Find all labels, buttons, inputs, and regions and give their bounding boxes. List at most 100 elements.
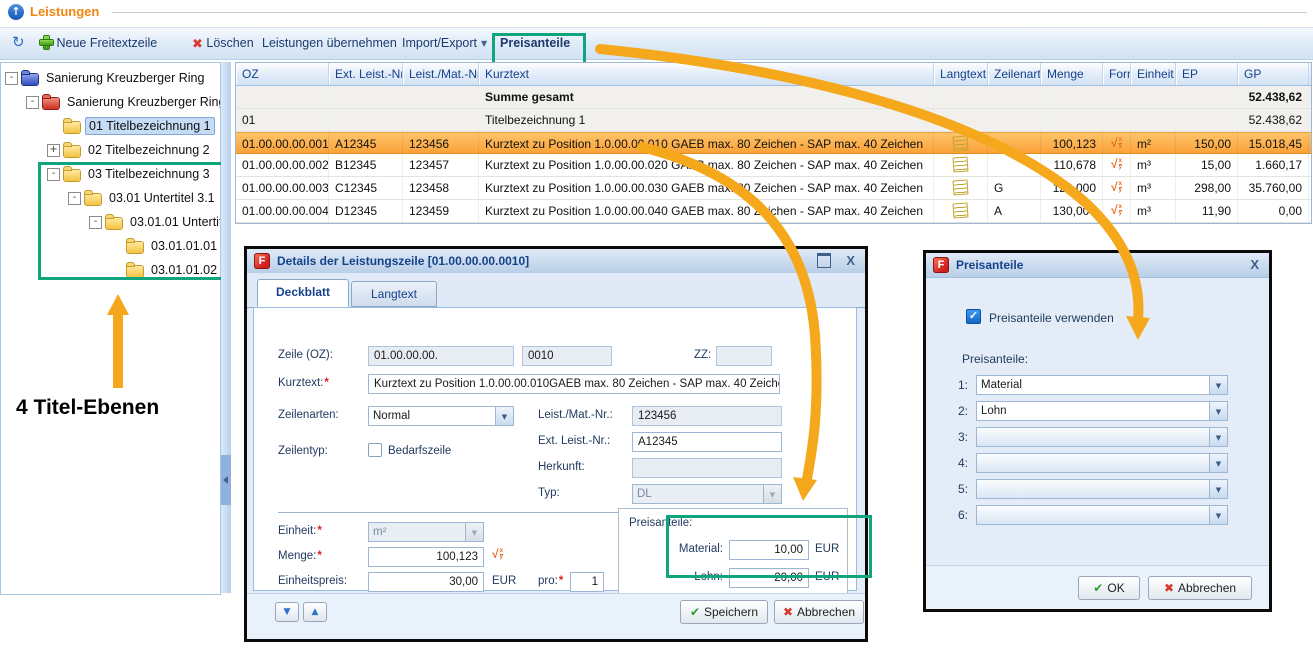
cell-langtext: [934, 200, 988, 222]
ok-button[interactable]: ✔OK: [1078, 576, 1140, 600]
tab-langtext[interactable]: Langtext: [351, 281, 437, 307]
preisanteil-select-5[interactable]: ▼: [976, 479, 1228, 499]
table-row[interactable]: 01.00.00.00.0040D12345123459Kurztext zu …: [236, 200, 1311, 223]
leistmat-field: 123456: [632, 406, 782, 426]
kurztext-field[interactable]: Kurztext zu Position 1.0.00.00.010GAEB m…: [368, 374, 780, 394]
column-header-ext-leist-nr-[interactable]: Ext. Leist.-Nr.: [329, 63, 403, 85]
preisanteil-select-1[interactable]: Material▼: [976, 375, 1228, 395]
formula-icon[interactable]: √xy: [492, 549, 503, 560]
cell-kurztext: Titelbezeichnung 1: [479, 109, 934, 131]
extleist-label: Ext. Leist.-Nr.:: [538, 435, 610, 447]
tree-toggle-icon[interactable]: -: [5, 72, 18, 85]
cell-gp: 15.018,45: [1238, 133, 1309, 153]
save-button[interactable]: ✔Speichern: [680, 600, 768, 624]
next-row-button[interactable]: ▲: [303, 602, 327, 622]
new-freetext-row-button[interactable]: Neue Freitextzeile: [40, 36, 157, 50]
formula-icon: √xy: [1111, 205, 1122, 216]
preisanteil-row: 4:▼: [926, 453, 1269, 479]
details-dialog-titlebar[interactable]: F Details der Leistungszeile [01.00.00.0…: [247, 249, 865, 274]
chevron-down-icon[interactable]: ▼: [1209, 479, 1228, 499]
tree-item[interactable]: +02 Titelbezeichnung 2: [1, 138, 220, 162]
splitter-collapse-handle[interactable]: [221, 455, 231, 505]
chevron-down-icon[interactable]: ▼: [1209, 453, 1228, 473]
column-header-menge[interactable]: Menge: [1041, 63, 1103, 85]
menge-field[interactable]: 100,123: [368, 547, 484, 567]
cell-langtext: [934, 177, 988, 199]
column-header-zeilenart[interactable]: Zeilenart: [988, 63, 1041, 85]
preisanteil-select-3[interactable]: ▼: [976, 427, 1228, 447]
column-header-gp[interactable]: GP: [1238, 63, 1309, 85]
cell-ep: 298,00: [1176, 177, 1238, 199]
preisanteile-verwenden-label: Preisanteile verwenden: [989, 311, 1114, 325]
details-tabstrip: Deckblatt Langtext: [247, 273, 865, 308]
table-row[interactable]: 01.00.00.00.0030C12345123458Kurztext zu …: [236, 177, 1311, 200]
cell-ext-leist-nr: [329, 109, 403, 131]
cell-menge: [1041, 86, 1103, 108]
chevron-down-icon[interactable]: ▼: [495, 406, 514, 426]
project-tree-panel: -Sanierung Kreuzberger Ring-Sanierung Kr…: [0, 62, 221, 595]
cell-einheit: m²: [1131, 133, 1176, 153]
cell-kurztext: Kurztext zu Position 1.0.00.00.020 GAEB …: [479, 154, 934, 176]
preisanteile-dialog-titlebar[interactable]: F Preisanteile X: [926, 253, 1269, 278]
panel-splitter[interactable]: [221, 62, 231, 593]
preisanteil-select-2[interactable]: Lohn▼: [976, 401, 1228, 421]
bedarfszeile-checkbox[interactable]: [368, 443, 382, 457]
column-header-leist-mat-nr-[interactable]: Leist./Mat.-Nr.: [403, 63, 479, 85]
tab-deckblatt[interactable]: Deckblatt: [257, 279, 349, 307]
cell-einheit: m³: [1131, 154, 1176, 176]
column-header-form[interactable]: Form: [1103, 63, 1131, 85]
prev-row-button[interactable]: ▼: [275, 602, 299, 622]
zeilenarten-select[interactable]: Normal▼: [368, 406, 514, 426]
langtext-note-icon[interactable]: [952, 156, 968, 172]
highlight-box-title-levels: [38, 162, 225, 280]
tree-toggle-icon[interactable]: +: [47, 144, 60, 157]
cancel-button[interactable]: ✖Abbrechen: [774, 600, 864, 624]
table-row[interactable]: 01.00.00.00.0020B12345123457Kurztext zu …: [236, 154, 1311, 177]
chevron-down-icon[interactable]: ▼: [1209, 505, 1228, 525]
chevron-down-icon[interactable]: ▼: [1209, 401, 1228, 421]
extleist-field[interactable]: A12345: [632, 432, 782, 452]
chevron-down-icon[interactable]: ▼: [1209, 375, 1228, 395]
langtext-note-icon[interactable]: [952, 135, 968, 151]
chevron-down-icon[interactable]: ▼: [1209, 427, 1228, 447]
pro-field[interactable]: 1: [570, 572, 604, 592]
einheitspreis-field[interactable]: 30,00: [368, 572, 484, 592]
column-header-einheit[interactable]: Einheit: [1131, 63, 1176, 85]
tree-item[interactable]: -Sanierung Kreuzberger Ring: [1, 66, 220, 90]
table-row[interactable]: Summe gesamt 52.438,62: [236, 86, 1311, 109]
close-icon[interactable]: X: [1250, 257, 1259, 272]
table-row[interactable]: 01Titelbezeichnung 152.438,62: [236, 109, 1311, 132]
cell-gp: 52.438,62: [1238, 86, 1309, 108]
details-dialog: F Details der Leistungszeile [01.00.00.0…: [244, 246, 868, 642]
import-export-menu[interactable]: Import/Export▼: [402, 36, 487, 50]
preisanteile-verwenden-checkbox[interactable]: ✓: [966, 309, 981, 324]
column-header-langtext[interactable]: Langtext: [934, 63, 988, 85]
table-row[interactable]: 01.00.00.00.0010A12345123456Kurztext zu …: [236, 132, 1311, 154]
delete-button[interactable]: ✖ Löschen: [192, 36, 254, 52]
tree-item[interactable]: -Sanierung Kreuzberger Ring: [1, 90, 220, 114]
column-header-oz[interactable]: OZ: [236, 63, 329, 85]
tree-toggle-icon[interactable]: -: [26, 96, 39, 109]
highlight-box-preisanteile-button: [492, 33, 586, 65]
preisanteil-select-6[interactable]: ▼: [976, 505, 1228, 525]
zeilenarten-label: Zeilenarten:: [278, 409, 339, 421]
langtext-note-icon[interactable]: [952, 179, 968, 195]
chevron-down-icon: ▼: [465, 522, 484, 542]
apply-services-button[interactable]: Leistungen übernehmen: [262, 36, 397, 50]
collapse-section-icon[interactable]: ↑: [8, 4, 24, 20]
column-header-kurztext[interactable]: Kurztext: [479, 63, 934, 85]
column-header-ep[interactable]: EP: [1176, 63, 1238, 85]
refresh-icon[interactable]: ↻: [12, 35, 25, 50]
cell-langtext: [934, 154, 988, 176]
cell-kurztext: Summe gesamt: [479, 86, 934, 108]
zz-field: [716, 346, 772, 366]
maximize-icon[interactable]: [817, 253, 831, 268]
cancel-button[interactable]: ✖Abbrechen: [1148, 576, 1252, 600]
kurztext-label: Kurztext:*: [278, 377, 329, 389]
tree-item[interactable]: 01 Titelbezeichnung 1: [1, 114, 220, 138]
langtext-note-icon[interactable]: [952, 202, 968, 218]
cell-langtext: [934, 133, 988, 153]
preisanteil-select-4[interactable]: ▼: [976, 453, 1228, 473]
close-icon[interactable]: X: [846, 253, 855, 268]
highlight-box-price-components: [666, 515, 872, 578]
